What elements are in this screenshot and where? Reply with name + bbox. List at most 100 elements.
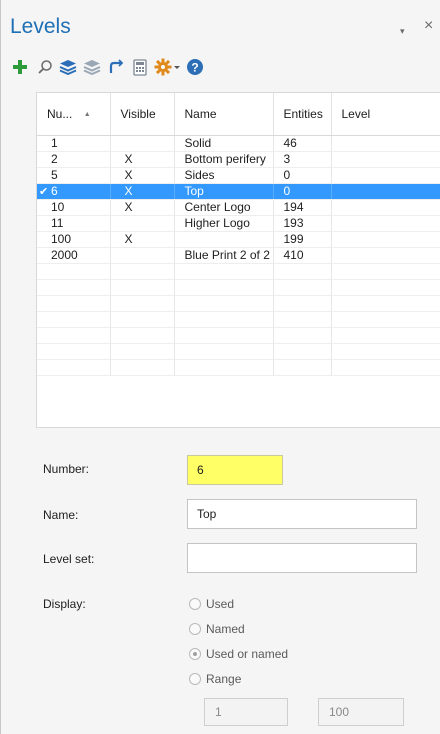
cell-visible[interactable]: X — [110, 231, 175, 248]
levels-grid: Nu... ▲ Visible Name Entities Level 1 So… — [36, 92, 440, 428]
radio-label: Range — [206, 672, 242, 686]
column-header-label: Nu... — [47, 106, 73, 121]
radio-label: Used or named — [206, 647, 289, 661]
table-row[interactable]: 11 Higher Logo 193 — [37, 215, 440, 232]
cell-entities: 46 — [273, 135, 332, 152]
cell-number: 1 — [37, 135, 111, 152]
empty-row — [37, 311, 440, 328]
cell-level — [331, 183, 440, 200]
radio-used-or-named[interactable]: Used or named — [189, 647, 288, 661]
cell-level — [331, 231, 440, 248]
cell-name: Bottom perifery — [174, 151, 274, 168]
table-row[interactable]: 100 X 199 — [37, 231, 440, 248]
range-to-field[interactable]: 100 — [318, 698, 404, 726]
cell-name: Top — [174, 183, 274, 200]
radio-label: Used — [206, 597, 235, 611]
toolbar: ? — [9, 56, 439, 80]
column-header-number[interactable]: Nu... ▲ — [37, 93, 111, 136]
cell-level — [331, 167, 440, 184]
cell-number: 5 — [37, 167, 111, 184]
search-icon[interactable] — [34, 56, 56, 78]
cell-number: 2000 — [37, 247, 111, 264]
number-field[interactable]: 6 — [187, 455, 283, 485]
cell-level — [331, 135, 440, 152]
cell-visible[interactable]: X — [110, 167, 175, 184]
name-label: Name: — [43, 508, 79, 522]
cell-number: ✔ 6 — [37, 183, 111, 200]
empty-row — [37, 263, 440, 280]
layers-on-icon[interactable] — [57, 56, 79, 78]
panel-options-icon[interactable]: ▾ — [400, 26, 410, 36]
display-label: Display: — [43, 597, 86, 611]
column-header-visible[interactable]: Visible — [110, 93, 175, 136]
cell-name — [174, 231, 274, 248]
cell-number-value: 6 — [51, 184, 58, 198]
radio-used[interactable]: Used — [189, 597, 234, 611]
panel-title: Levels — [10, 15, 71, 38]
undo-icon[interactable] — [105, 56, 127, 78]
level-set-field[interactable] — [187, 543, 417, 573]
cell-name: Solid — [174, 135, 274, 152]
layers-off-icon[interactable] — [81, 56, 103, 78]
cell-visible[interactable]: X — [110, 183, 175, 200]
table-row[interactable]: 2000 Blue Print 2 of 2 410 — [37, 247, 440, 264]
radio-named[interactable]: Named — [189, 622, 245, 636]
help-icon[interactable]: ? — [184, 56, 206, 78]
radio-label: Named — [206, 622, 245, 636]
table-row-selected[interactable]: ✔ 6 X Top 0 — [37, 183, 440, 200]
cell-name: Blue Print 2 of 2 — [174, 247, 274, 264]
range-from-field[interactable]: 1 — [204, 698, 288, 726]
sort-ascending-icon: ▲ — [83, 110, 91, 118]
calculator-icon[interactable] — [129, 56, 151, 78]
table-row[interactable]: 5 X Sides 0 — [37, 167, 440, 184]
cell-name: Sides — [174, 167, 274, 184]
panel-titlebar: Levels ▾ × — [1, 0, 440, 52]
column-header-level[interactable]: Level — [331, 93, 440, 136]
cell-visible[interactable] — [110, 215, 175, 232]
radio-button[interactable] — [189, 598, 201, 610]
checkmark-icon: ✔ — [39, 185, 49, 198]
cell-visible[interactable]: X — [110, 151, 175, 168]
close-icon[interactable]: × — [424, 17, 433, 35]
radio-button[interactable] — [189, 623, 201, 635]
cell-number: 100 — [37, 231, 111, 248]
cell-entities: 194 — [273, 199, 332, 216]
levels-panel: Levels ▾ × ? Nu... ▲ Visible Name Entiti… — [0, 0, 440, 734]
cell-entities: 193 — [273, 215, 332, 232]
empty-row — [37, 327, 440, 344]
cell-number: 10 — [37, 199, 111, 216]
number-label: Number: — [43, 462, 90, 476]
cell-name: Higher Logo — [174, 215, 274, 232]
cell-level — [331, 151, 440, 168]
cell-entities: 0 — [273, 167, 332, 184]
table-row[interactable]: 1 Solid 46 — [37, 135, 440, 152]
empty-row — [37, 343, 440, 360]
empty-row — [37, 279, 440, 296]
dropdown-arrow-icon[interactable] — [171, 56, 183, 78]
radio-button[interactable] — [189, 673, 201, 685]
empty-row — [37, 359, 440, 376]
cell-name: Center Logo — [174, 199, 274, 216]
column-header-name[interactable]: Name — [174, 93, 274, 136]
table-row[interactable]: 10 X Center Logo 194 — [37, 199, 440, 216]
table-header-row: Nu... ▲ Visible Name Entities Level — [37, 93, 440, 136]
table-row[interactable]: 2 X Bottom perifery 3 — [37, 151, 440, 168]
cell-entities: 410 — [273, 247, 332, 264]
levels-table: Nu... ▲ Visible Name Entities Level 1 So… — [37, 93, 440, 376]
cell-level — [331, 199, 440, 216]
empty-row — [37, 295, 440, 312]
cell-visible[interactable]: X — [110, 199, 175, 216]
radio-range[interactable]: Range — [189, 672, 241, 686]
cell-number: 2 — [37, 151, 111, 168]
add-icon[interactable] — [9, 56, 31, 78]
name-field[interactable]: Top — [187, 499, 417, 529]
cell-level — [331, 247, 440, 264]
cell-number: 11 — [37, 215, 111, 232]
radio-button-checked[interactable] — [189, 648, 201, 660]
column-header-entities[interactable]: Entities — [273, 93, 332, 136]
svg-text:?: ? — [191, 61, 198, 75]
cell-entities: 3 — [273, 151, 332, 168]
cell-visible[interactable] — [110, 247, 175, 264]
cell-visible[interactable] — [110, 135, 175, 152]
cell-entities: 0 — [273, 183, 332, 200]
